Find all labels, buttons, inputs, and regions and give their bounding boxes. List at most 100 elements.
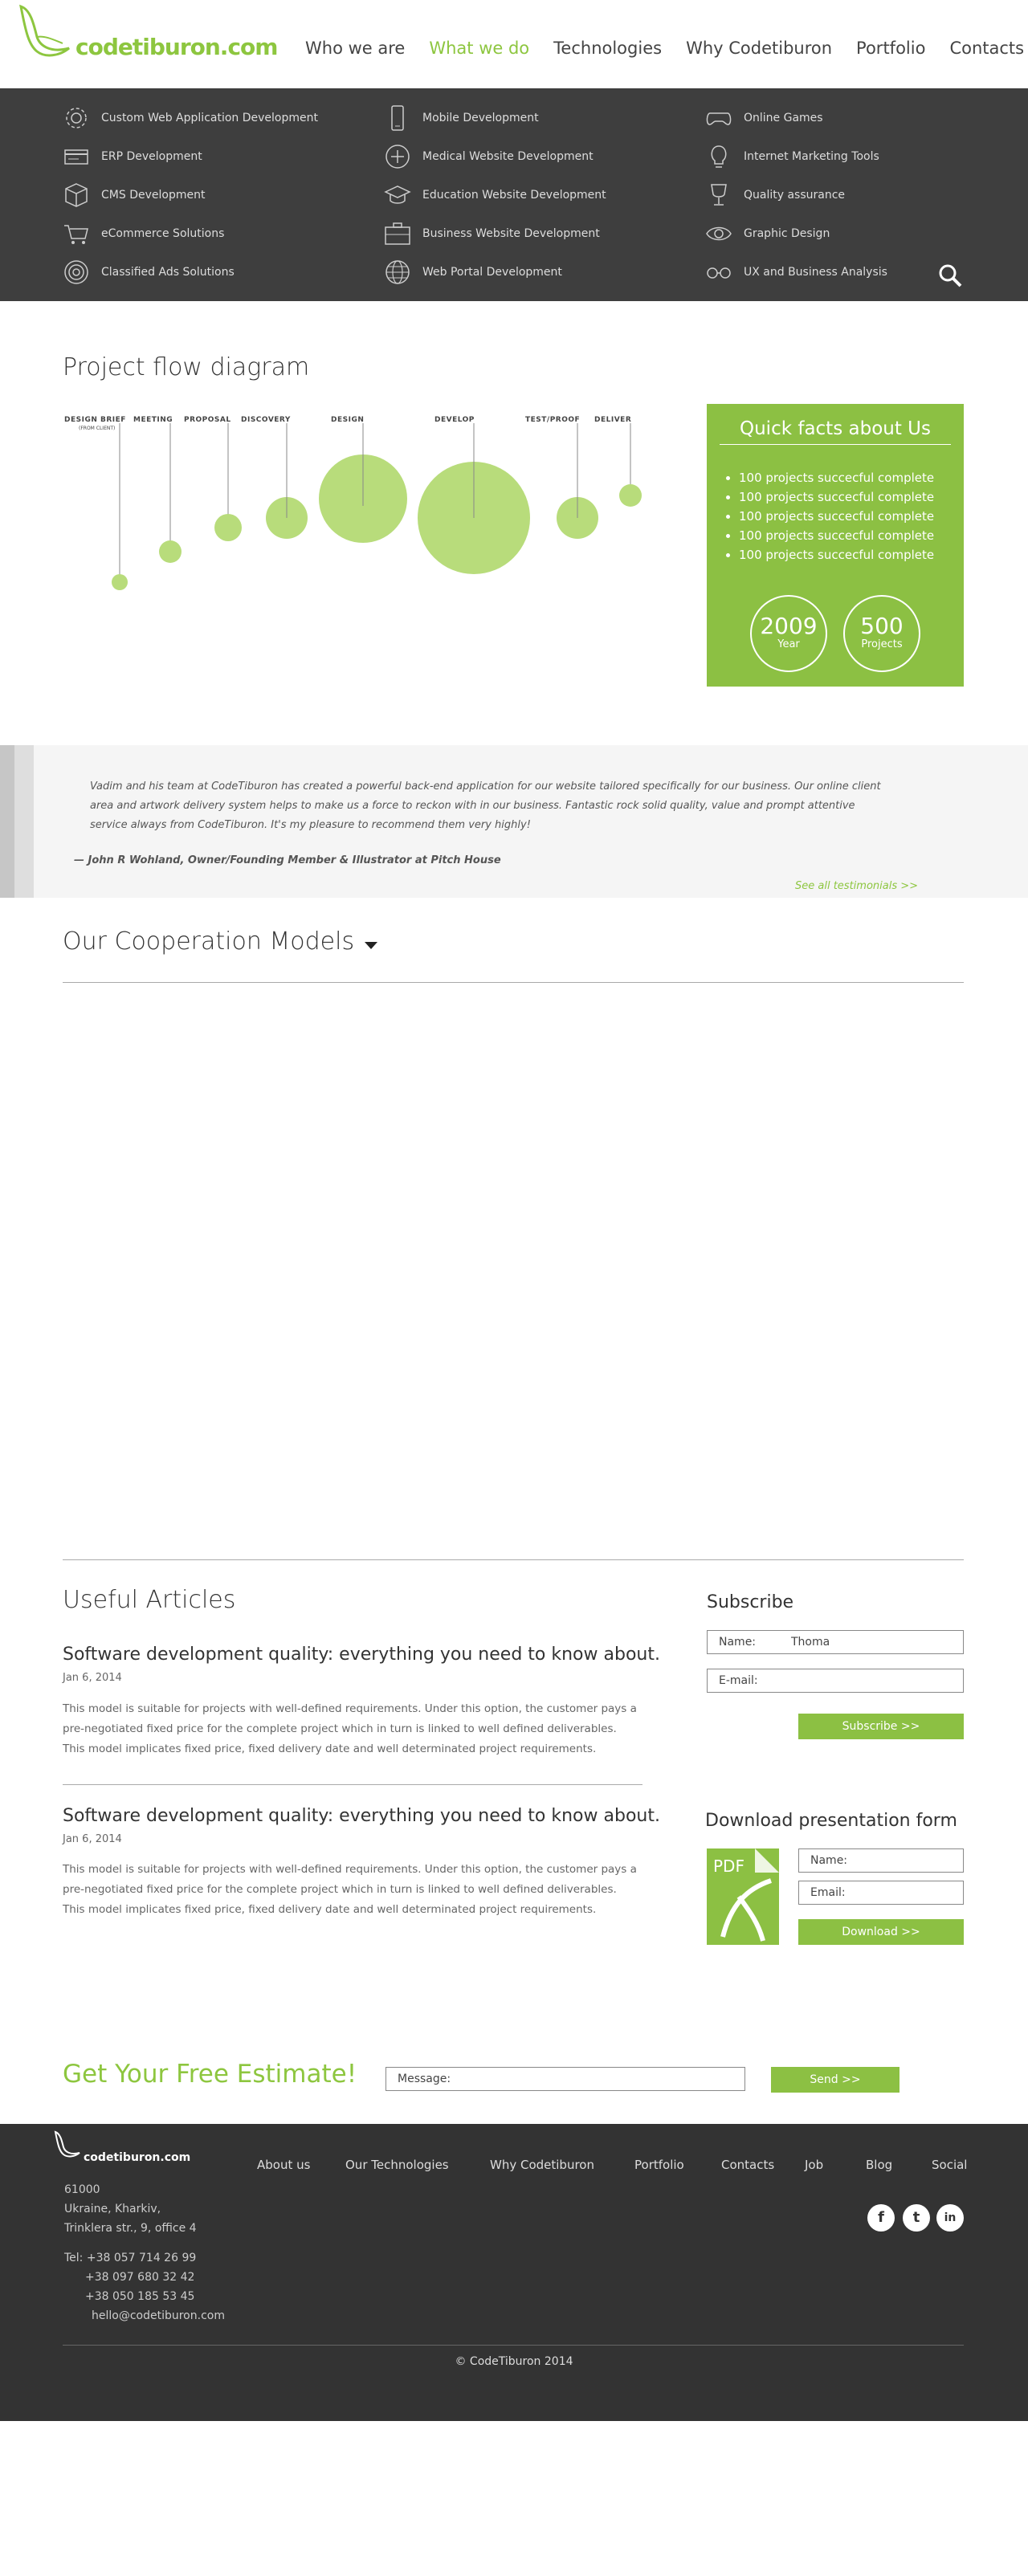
gamepad-icon [706, 112, 732, 125]
service-item[interactable]: Quality assurance [705, 181, 845, 209]
service-label: Graphic Design [744, 227, 830, 240]
subscribe-button[interactable]: Subscribe >> [798, 1714, 964, 1739]
stat-value: 500 [860, 613, 904, 639]
service-item[interactable]: CMS Development [63, 181, 205, 209]
stat-label: Projects [861, 638, 903, 650]
service-label: Online Games [744, 112, 823, 124]
field-label: E-mail: [719, 1674, 758, 1687]
shark-logo-icon [54, 2130, 80, 2158]
facts-item: 100 projects succecful complete [739, 468, 934, 487]
testimonial-block: Vadim and his team at CodeTiburon has cr… [0, 745, 1028, 898]
service-label: Internet Marketing Tools [744, 150, 879, 163]
download-button[interactable]: Download >> [798, 1919, 964, 1945]
decorative-bar [14, 745, 34, 898]
footer-nav-social[interactable]: Social [932, 2158, 967, 2172]
testimonial-author: — John R Wohland, Owner/Founding Member … [74, 854, 501, 866]
footer-nav-why[interactable]: Why Codetiburon [490, 2158, 594, 2172]
logo[interactable]: codetiburon.com [13, 0, 278, 64]
flow-label: DISCOVERY [241, 416, 291, 424]
service-item[interactable]: Graphic Design [705, 220, 830, 247]
footer-nav-job[interactable]: Job [805, 2158, 823, 2172]
service-item[interactable]: Internet Marketing Tools [705, 143, 879, 170]
logo-text: codetiburon.com [75, 34, 278, 60]
send-button[interactable]: Send >> [771, 2067, 900, 2093]
service-item[interactable]: ERP Development [63, 143, 202, 170]
nav-portfolio[interactable]: Portfolio [856, 39, 925, 58]
quick-facts-panel: Quick facts about Us 100 projects succec… [707, 404, 964, 687]
linkedin-icon[interactable]: in [936, 2204, 964, 2232]
service-item[interactable]: Custom Web Application Development [63, 104, 318, 132]
stat-projects: 500 Projects [843, 595, 920, 672]
plus-icon [386, 145, 410, 169]
address-line: 61000 [64, 2183, 100, 2196]
service-item[interactable]: Business Website Development [384, 220, 600, 247]
article-title[interactable]: Software development quality: everything… [63, 1645, 660, 1665]
nav-contacts[interactable]: Contacts [949, 39, 1024, 58]
subscribe-name-field[interactable]: Name: Thoma [707, 1630, 964, 1654]
stat-year: 2009 Year [750, 595, 827, 672]
eye-icon [706, 226, 732, 241]
phone-line: Tel: +38 057 714 26 99 [64, 2252, 197, 2264]
service-item[interactable]: Web Portal Development [384, 259, 562, 286]
footer-nav-portfolio[interactable]: Portfolio [634, 2158, 684, 2172]
service-item[interactable]: Mobile Development [384, 104, 539, 132]
project-flow-diagram [112, 423, 642, 590]
footer-address: 61000 Ukraine, Kharkiv, Trinklera str., … [64, 2180, 197, 2238]
service-item[interactable]: Online Games [705, 104, 823, 132]
main-nav: Who we are What we do Technologies Why C… [305, 39, 1028, 58]
facebook-icon[interactable]: f [867, 2204, 895, 2232]
field-label: Email: [810, 1886, 846, 1899]
twitter-icon[interactable]: t [903, 2204, 930, 2232]
gear-icon [66, 108, 87, 128]
flow-circle [112, 574, 128, 590]
service-label: Mobile Development [422, 112, 539, 124]
service-item[interactable]: Medical Website Development [384, 143, 594, 170]
estimate-message-field[interactable]: Message: [386, 2067, 745, 2091]
article-title[interactable]: Software development quality: everything… [63, 1806, 660, 1826]
flow-label: MEETING [133, 416, 173, 424]
service-label: ERP Development [101, 150, 202, 163]
cooperation-title: Our Cooperation Models [63, 927, 355, 956]
briefcase-icon [385, 222, 410, 245]
service-label: Classified Ads Solutions [101, 266, 235, 279]
footer-nav-contacts[interactable]: Contacts [721, 2158, 774, 2172]
flow-circle [619, 484, 642, 507]
flow-label: DESIGN [331, 416, 365, 424]
download-email-field[interactable]: Email: [798, 1881, 964, 1905]
footer-nav-technologies[interactable]: Our Technologies [345, 2158, 449, 2172]
footer-divider [63, 2345, 964, 2346]
email-link[interactable]: hello@codetiburon.com [64, 2306, 225, 2325]
service-label: Medical Website Development [422, 150, 594, 163]
service-label: CMS Development [101, 189, 206, 202]
see-all-testimonials-link[interactable]: See all testimonials >> [795, 880, 918, 892]
service-label: UX and Business Analysis [744, 266, 887, 279]
field-value: Thoma [791, 1636, 830, 1649]
service-item[interactable]: Classified Ads Solutions [63, 259, 235, 286]
article-date: Jan 6, 2014 [63, 1672, 122, 1684]
search-icon[interactable] [938, 263, 962, 287]
footer-nav-about[interactable]: About us [257, 2158, 310, 2172]
flow-label: DELIVER [594, 416, 632, 424]
download-title: Download presentation form [705, 1811, 957, 1831]
footer-contacts: Tel: +38 057 714 26 99 +38 097 680 32 42… [64, 2248, 225, 2325]
subscribe-title: Subscribe [707, 1592, 794, 1612]
footer-nav-blog[interactable]: Blog [866, 2158, 892, 2172]
cooperation-heading[interactable]: Our Cooperation Models [63, 927, 378, 956]
subscribe-email-field[interactable]: E-mail: [707, 1669, 964, 1693]
flow-label: DEVELOP [434, 416, 475, 424]
decorative-bar [0, 745, 14, 898]
nav-why-codetiburon[interactable]: Why Codetiburon [686, 39, 832, 58]
nav-who-we-are[interactable]: Who we are [305, 39, 405, 58]
divider [63, 1559, 964, 1560]
caret-down-icon [365, 941, 378, 949]
service-item[interactable]: UX and Business Analysis [705, 259, 887, 286]
facts-title: Quick facts about Us [720, 418, 951, 445]
download-name-field[interactable]: Name: [798, 1848, 964, 1873]
divider [63, 1784, 642, 1785]
footer-logo[interactable]: codetiburon.com [51, 2129, 212, 2164]
service-item[interactable]: eCommerce Solutions [63, 220, 224, 247]
nav-what-we-do[interactable]: What we do [429, 39, 529, 58]
service-label: Web Portal Development [422, 266, 562, 279]
nav-technologies[interactable]: Technologies [553, 39, 662, 58]
service-item[interactable]: Education Website Development [384, 181, 606, 209]
